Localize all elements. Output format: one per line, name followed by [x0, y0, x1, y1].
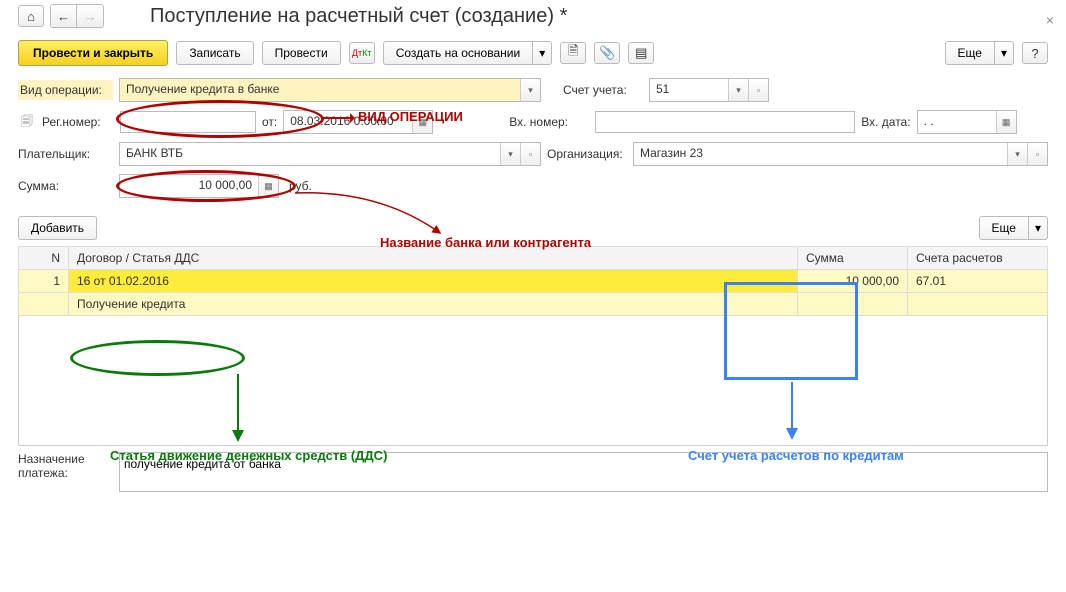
payer-value: БАНК ВТБ	[120, 143, 500, 165]
cell-sum: 10 000,00	[798, 270, 908, 293]
reg-num-label: Рег.номер:	[42, 115, 114, 129]
table-more-button[interactable]: Еще	[979, 216, 1029, 240]
open-icon[interactable]: ▫	[748, 79, 768, 101]
op-type-value: Получение кредита в банке	[120, 79, 520, 101]
doc-icon: 🗐	[18, 113, 36, 131]
add-button[interactable]: Добавить	[18, 216, 97, 240]
details-table: N Договор / Статья ДДС Сумма Счета расче…	[18, 246, 1048, 316]
back-icon[interactable]: ←	[51, 5, 77, 27]
attach-icon[interactable]: 📎	[594, 42, 620, 64]
org-select[interactable]: Магазин 23 ▾ ▫	[633, 142, 1048, 166]
dropdown-icon[interactable]: ▾	[520, 79, 540, 101]
op-type-select[interactable]: Получение кредита в банке ▾	[119, 78, 541, 102]
cell-dds: Получение кредита	[69, 293, 798, 316]
in-date-value: . .	[918, 111, 996, 133]
open-icon[interactable]: ▫	[1027, 143, 1047, 165]
account-select[interactable]: 51 ▾ ▫	[649, 78, 769, 102]
org-value: Магазин 23	[634, 143, 1007, 165]
col-sum[interactable]: Сумма	[798, 247, 908, 270]
write-button[interactable]: Записать	[176, 41, 253, 65]
post-and-close-button[interactable]: Провести и закрыть	[18, 40, 168, 66]
cell-acct: 67.01	[908, 270, 1048, 293]
in-date-label: Вх. дата:	[861, 115, 910, 129]
post-button[interactable]: Провести	[262, 41, 341, 65]
in-date-input[interactable]: . . ▦	[917, 110, 1017, 134]
home-icon[interactable]: ⌂	[18, 5, 44, 27]
create-based-dropdown[interactable]: ▾	[533, 41, 552, 65]
purpose-textarea[interactable]: получение кредита от банка	[119, 452, 1048, 492]
reg-num-input[interactable]	[120, 111, 256, 133]
forward-icon[interactable]: →	[77, 5, 103, 27]
payer-select[interactable]: БАНК ВТБ ▾ ▫	[119, 142, 541, 166]
col-n[interactable]: N	[19, 247, 69, 270]
payer-label: Плательщик:	[18, 147, 113, 161]
dropdown-icon[interactable]: ▾	[500, 143, 520, 165]
col-accounts[interactable]: Счета расчетов	[908, 247, 1048, 270]
purpose-label: Назначение платежа:	[18, 452, 113, 480]
org-label: Организация:	[547, 147, 627, 161]
table-row[interactable]: 1 16 от 01.02.2016 10 000,00 67.01	[19, 270, 1048, 293]
help-icon[interactable]: ?	[1022, 42, 1048, 64]
in-num-label: Вх. номер:	[509, 115, 589, 129]
date-value: 08.03.2016 0:00:00	[284, 111, 412, 133]
dropdown-icon[interactable]: ▾	[728, 79, 748, 101]
table-more-dropdown[interactable]: ▾	[1029, 216, 1048, 240]
calendar-icon[interactable]: ▦	[412, 111, 432, 133]
close-icon[interactable]: ×	[1046, 12, 1054, 28]
create-based-button[interactable]: Создать на основании	[383, 41, 534, 65]
cell-contract: 16 от 01.02.2016	[69, 270, 798, 293]
dtkt-icon[interactable]: ДтКт	[349, 42, 375, 64]
currency-label: руб.	[289, 179, 312, 193]
sum-value: 10 000,00	[120, 175, 258, 197]
from-label: от:	[262, 115, 277, 129]
date-input[interactable]: 08.03.2016 0:00:00 ▦	[283, 110, 433, 134]
list-icon[interactable]: ▤	[628, 42, 654, 64]
dropdown-icon[interactable]: ▾	[1007, 143, 1027, 165]
account-label: Счет учета:	[563, 83, 643, 97]
op-type-label: Вид операции:	[18, 80, 113, 100]
account-value: 51	[650, 79, 728, 101]
open-icon[interactable]: ▫	[520, 143, 540, 165]
calculator-icon[interactable]: ▦	[258, 175, 278, 197]
cell-empty	[798, 293, 908, 316]
page-title: Поступление на расчетный счет (создание)…	[150, 5, 567, 28]
sum-label: Сумма:	[18, 179, 113, 193]
cell-n: 1	[19, 270, 69, 293]
cell-n-empty	[19, 293, 69, 316]
sum-input[interactable]: 10 000,00 ▦	[119, 174, 279, 198]
col-contract[interactable]: Договор / Статья ДДС	[69, 247, 798, 270]
more-button[interactable]: Еще	[945, 41, 995, 65]
table-empty-area	[18, 316, 1048, 446]
calendar-icon[interactable]: ▦	[996, 111, 1016, 133]
in-num-input[interactable]	[595, 111, 855, 133]
table-row[interactable]: Получение кредита	[19, 293, 1048, 316]
print-icon[interactable]: 🗎	[560, 42, 586, 64]
more-dropdown[interactable]: ▾	[995, 41, 1014, 65]
cell-empty	[908, 293, 1048, 316]
